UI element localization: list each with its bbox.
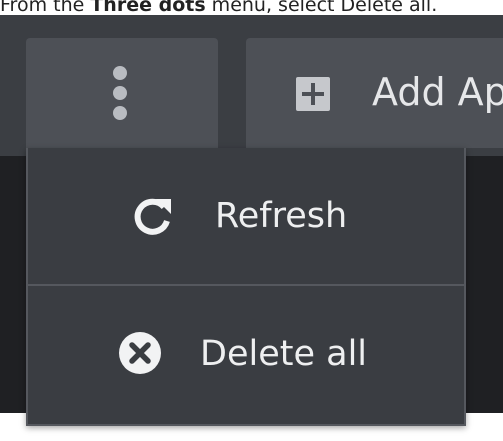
delete-circle-x-icon bbox=[119, 332, 161, 374]
refresh-icon bbox=[134, 198, 171, 235]
menu-item-delete-all[interactable]: Delete all bbox=[28, 288, 464, 426]
kebab-vertical-icon bbox=[111, 66, 129, 122]
menu-item-refresh[interactable]: Refresh bbox=[28, 148, 464, 286]
caption-emphasis: Three dots bbox=[90, 0, 206, 16]
caption-prefix: From the bbox=[0, 0, 91, 16]
dropdown-menu: Refresh Delete all bbox=[26, 148, 466, 426]
menu-item-refresh-label: Refresh bbox=[215, 196, 348, 236]
caption-suffix: menu, select Delete all. bbox=[205, 0, 438, 16]
add-app-label: Add Ap bbox=[372, 70, 503, 114]
menu-item-delete-all-label: Delete all bbox=[200, 334, 368, 374]
plus-square-icon bbox=[296, 77, 330, 111]
